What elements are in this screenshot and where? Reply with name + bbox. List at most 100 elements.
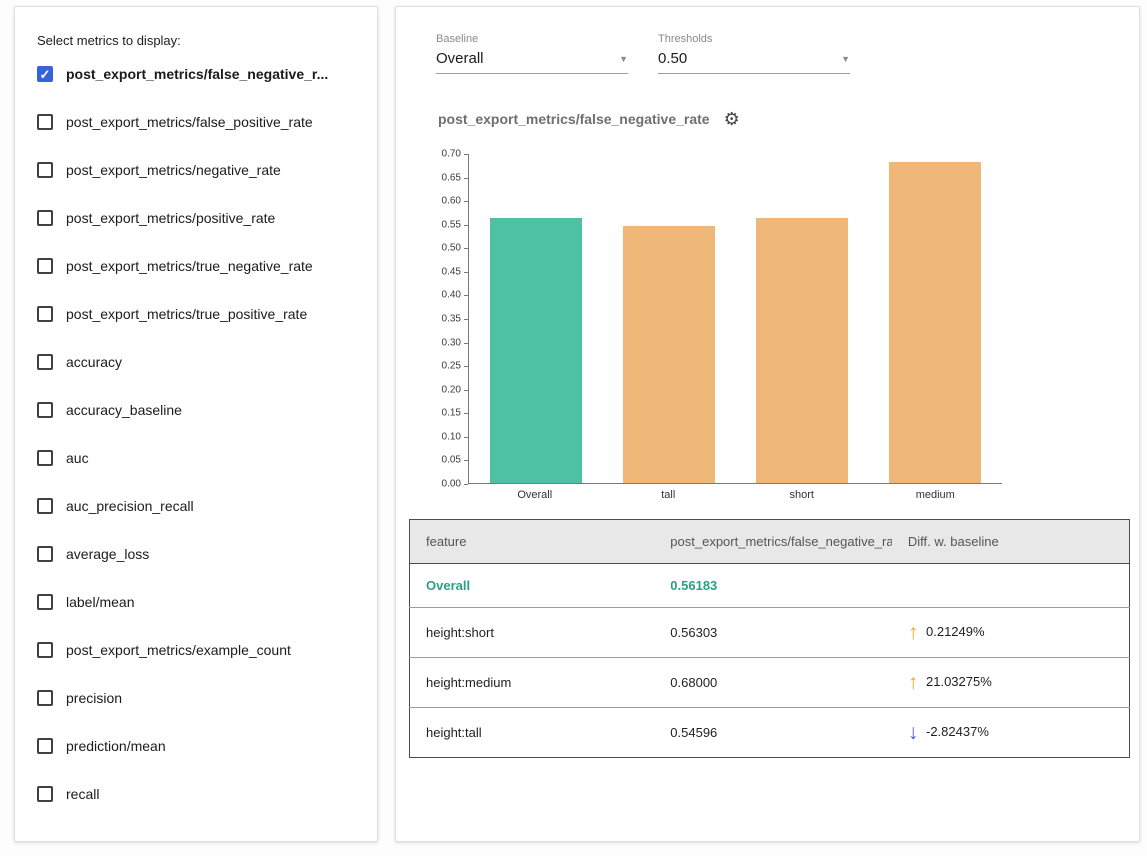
y-axis-tick-label: 0.00 — [442, 479, 461, 490]
metric-label: accuracy_baseline — [66, 402, 182, 418]
chart-bar-tall[interactable] — [623, 226, 715, 483]
y-axis-tick-mark — [464, 248, 468, 249]
metric-label: precision — [66, 690, 122, 706]
x-axis-label: short — [756, 489, 848, 501]
chevron-down-icon: ▼ — [619, 54, 628, 64]
metric-label: post_export_metrics/false_negative_r... — [66, 66, 328, 82]
table-row: height:medium0.68000↑ 21.03275% — [410, 658, 1130, 708]
baseline-dropdown[interactable]: Baseline Overall ▼ — [436, 33, 628, 74]
results-panel: Baseline Overall ▼ Thresholds 0.50 ▼ pos… — [395, 6, 1140, 842]
y-axis-tick-label: 0.10 — [442, 431, 461, 442]
y-axis-tick-label: 0.70 — [442, 149, 461, 160]
metric-value-cell: 0.54596 — [654, 708, 892, 758]
checkbox-unchecked-icon[interactable] — [37, 642, 53, 658]
settings-gear-icon[interactable]: ⚙ — [724, 110, 740, 128]
metric-label: post_export_metrics/true_positive_rate — [66, 306, 307, 322]
metric-checkbox-item[interactable]: average_loss — [37, 530, 363, 578]
fairness-metrics-page: Select metrics to display: ✓ post_export_… — [0, 0, 1147, 856]
table-header-row: featurepost_export_metrics/false_negativ… — [410, 520, 1130, 564]
checkbox-unchecked-icon[interactable] — [37, 546, 53, 562]
checkbox-unchecked-icon[interactable] — [37, 114, 53, 130]
metric-label: post_export_metrics/false_positive_rate — [66, 114, 313, 130]
y-axis-tick-label: 0.40 — [442, 290, 461, 301]
metric-checkbox-item[interactable]: post_export_metrics/true_positive_rate — [37, 290, 363, 338]
metric-value-cell: 0.56303 — [654, 608, 892, 658]
metric-checkbox-item[interactable]: post_export_metrics/example_count — [37, 626, 363, 674]
metric-label: post_export_metrics/negative_rate — [66, 162, 281, 178]
metric-checkbox-item[interactable]: post_export_metrics/false_positive_rate — [37, 98, 363, 146]
y-axis-tick-label: 0.25 — [442, 361, 461, 372]
checkbox-unchecked-icon[interactable] — [37, 594, 53, 610]
checkbox-unchecked-icon[interactable] — [37, 210, 53, 226]
checkbox-unchecked-icon[interactable] — [37, 738, 53, 754]
metric-checkbox-item[interactable]: post_export_metrics/positive_rate — [37, 194, 363, 242]
metric-label: prediction/mean — [66, 738, 166, 754]
metric-label: post_export_metrics/example_count — [66, 642, 291, 658]
checkbox-unchecked-icon[interactable] — [37, 162, 53, 178]
feature-cell: height:tall — [410, 708, 655, 758]
diff-value: 0.21249% — [922, 624, 984, 639]
metric-checkbox-item[interactable]: auc_precision_recall — [37, 482, 363, 530]
up-arrow-icon: ↑ — [908, 622, 919, 643]
checkbox-unchecked-icon[interactable] — [37, 498, 53, 514]
y-axis-tick-mark — [464, 272, 468, 273]
thresholds-dropdown-field[interactable]: 0.50 ▼ — [658, 50, 850, 74]
metric-checkbox-item[interactable]: label/mean — [37, 578, 363, 626]
y-axis-tick-mark — [464, 437, 468, 438]
baseline-dropdown-field[interactable]: Overall ▼ — [436, 50, 628, 74]
y-axis-tick-label: 0.15 — [442, 408, 461, 419]
metric-label: average_loss — [66, 546, 149, 562]
checkbox-checked-icon[interactable]: ✓ — [37, 66, 53, 82]
chart-header: post_export_metrics/false_negative_rate … — [438, 110, 1139, 128]
checkbox-unchecked-icon[interactable] — [37, 402, 53, 418]
checkbox-unchecked-icon[interactable] — [37, 690, 53, 706]
diff-cell: ↑ 0.21249% — [892, 608, 1130, 658]
diff-value: -2.82437% — [922, 724, 989, 739]
diff-value: 21.03275% — [922, 674, 991, 689]
metrics-table: featurepost_export_metrics/false_negativ… — [409, 519, 1130, 758]
metric-value-cell: 0.68000 — [654, 658, 892, 708]
metric-checkbox-item[interactable]: accuracy — [37, 338, 363, 386]
checkbox-unchecked-icon[interactable] — [37, 354, 53, 370]
metric-panel-title: Select metrics to display: — [37, 33, 363, 48]
y-axis-tick-label: 0.05 — [442, 455, 461, 466]
x-axis: Overalltallshortmedium — [468, 489, 1002, 501]
y-axis-tick-mark — [464, 178, 468, 179]
metric-label: post_export_metrics/positive_rate — [66, 210, 275, 226]
metric-checkbox-item[interactable]: recall — [37, 770, 363, 818]
chevron-down-icon: ▼ — [841, 54, 850, 64]
y-axis-tick-mark — [464, 295, 468, 296]
table-row: height:short0.56303↑ 0.21249% — [410, 608, 1130, 658]
baseline-dropdown-label: Baseline — [436, 33, 628, 45]
metric-checkbox-item[interactable]: accuracy_baseline — [37, 386, 363, 434]
y-axis-tick-mark — [464, 413, 468, 414]
metric-list: ✓ post_export_metrics/false_negative_r...… — [37, 50, 363, 818]
up-arrow-icon: ↑ — [908, 672, 919, 693]
chart-bar-medium[interactable] — [889, 162, 981, 483]
chart-bar-short[interactable] — [756, 218, 848, 483]
checkbox-unchecked-icon[interactable] — [37, 258, 53, 274]
metric-label: post_export_metrics/true_negative_rate — [66, 258, 313, 274]
metric-checkbox-item[interactable]: ✓ post_export_metrics/false_negative_r... — [37, 50, 363, 98]
checkbox-unchecked-icon[interactable] — [37, 306, 53, 322]
metric-checkbox-item[interactable]: post_export_metrics/true_negative_rate — [37, 242, 363, 290]
metric-label: auc_precision_recall — [66, 498, 194, 514]
metric-checkbox-item[interactable]: post_export_metrics/negative_rate — [37, 146, 363, 194]
thresholds-dropdown-value: 0.50 — [658, 50, 687, 67]
y-axis-tick-label: 0.45 — [442, 266, 461, 277]
y-axis-tick-mark — [464, 225, 468, 226]
metric-checkbox-item[interactable]: prediction/mean — [37, 722, 363, 770]
metric-checkbox-item[interactable]: auc — [37, 434, 363, 482]
checkbox-unchecked-icon[interactable] — [37, 786, 53, 802]
y-axis-tick-label: 0.65 — [442, 172, 461, 183]
metric-checkbox-item[interactable]: precision — [37, 674, 363, 722]
plot-area — [468, 154, 1002, 484]
metric-label: accuracy — [66, 354, 122, 370]
thresholds-dropdown[interactable]: Thresholds 0.50 ▼ — [658, 33, 850, 74]
y-axis-tick-label: 0.55 — [442, 219, 461, 230]
y-axis-tick-label: 0.20 — [442, 384, 461, 395]
chart-bar-overall[interactable] — [490, 218, 582, 483]
baseline-dropdown-value: Overall — [436, 50, 484, 67]
plot-column: Overalltallshortmedium — [468, 154, 1002, 501]
checkbox-unchecked-icon[interactable] — [37, 450, 53, 466]
